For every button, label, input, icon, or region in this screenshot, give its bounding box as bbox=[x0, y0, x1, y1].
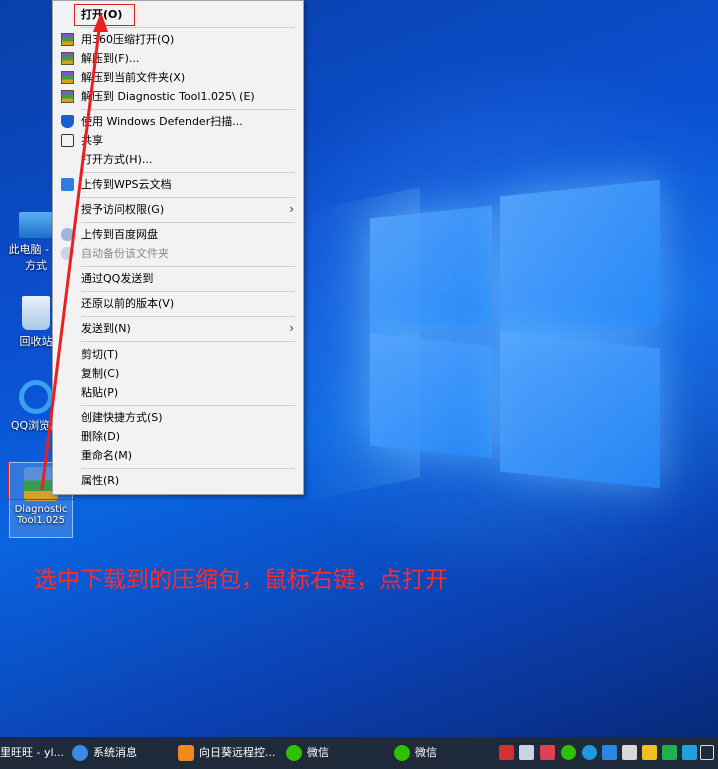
wechat-icon bbox=[394, 745, 410, 761]
taskbar: 里旺旺 - yl... 系统消息 向日葵远程控... 微信 微信 bbox=[0, 737, 718, 769]
sunflower-icon bbox=[178, 745, 194, 761]
tray-blue-app-icon[interactable] bbox=[682, 745, 697, 760]
tray-monitor-icon[interactable] bbox=[700, 745, 714, 760]
tray-green-app-icon[interactable] bbox=[662, 745, 677, 760]
instruction-annotation: 选中下载到的压缩包，鼠标右键，点打开 bbox=[34, 567, 448, 593]
tray-security-icon[interactable] bbox=[642, 745, 657, 760]
tray-wechat-icon[interactable] bbox=[561, 745, 576, 760]
tray-qq-icon[interactable] bbox=[582, 745, 597, 760]
taskbar-item-sunlogin[interactable]: 向日葵远程控... bbox=[178, 737, 276, 769]
tray-device-icon[interactable] bbox=[622, 745, 637, 760]
arrow-shaft bbox=[40, 21, 102, 491]
annotation-arrow bbox=[40, 12, 108, 491]
taskbar-item-system-messages[interactable]: 系统消息 bbox=[72, 737, 137, 769]
system-message-icon bbox=[72, 745, 88, 761]
taskbar-item-wechat-2[interactable]: 微信 bbox=[394, 737, 437, 769]
tray-printer-red-icon[interactable] bbox=[499, 745, 514, 760]
tray-printer-icon[interactable] bbox=[519, 745, 534, 760]
taskbar-item-wangwang[interactable]: 里旺旺 - yl... bbox=[0, 737, 64, 769]
arrow-head-icon bbox=[93, 12, 108, 32]
tray-pocket-icon[interactable] bbox=[540, 745, 555, 760]
wechat-icon bbox=[286, 745, 302, 761]
taskbar-item-wechat-1[interactable]: 微信 bbox=[286, 737, 329, 769]
tray-input-method-icon[interactable] bbox=[602, 745, 617, 760]
